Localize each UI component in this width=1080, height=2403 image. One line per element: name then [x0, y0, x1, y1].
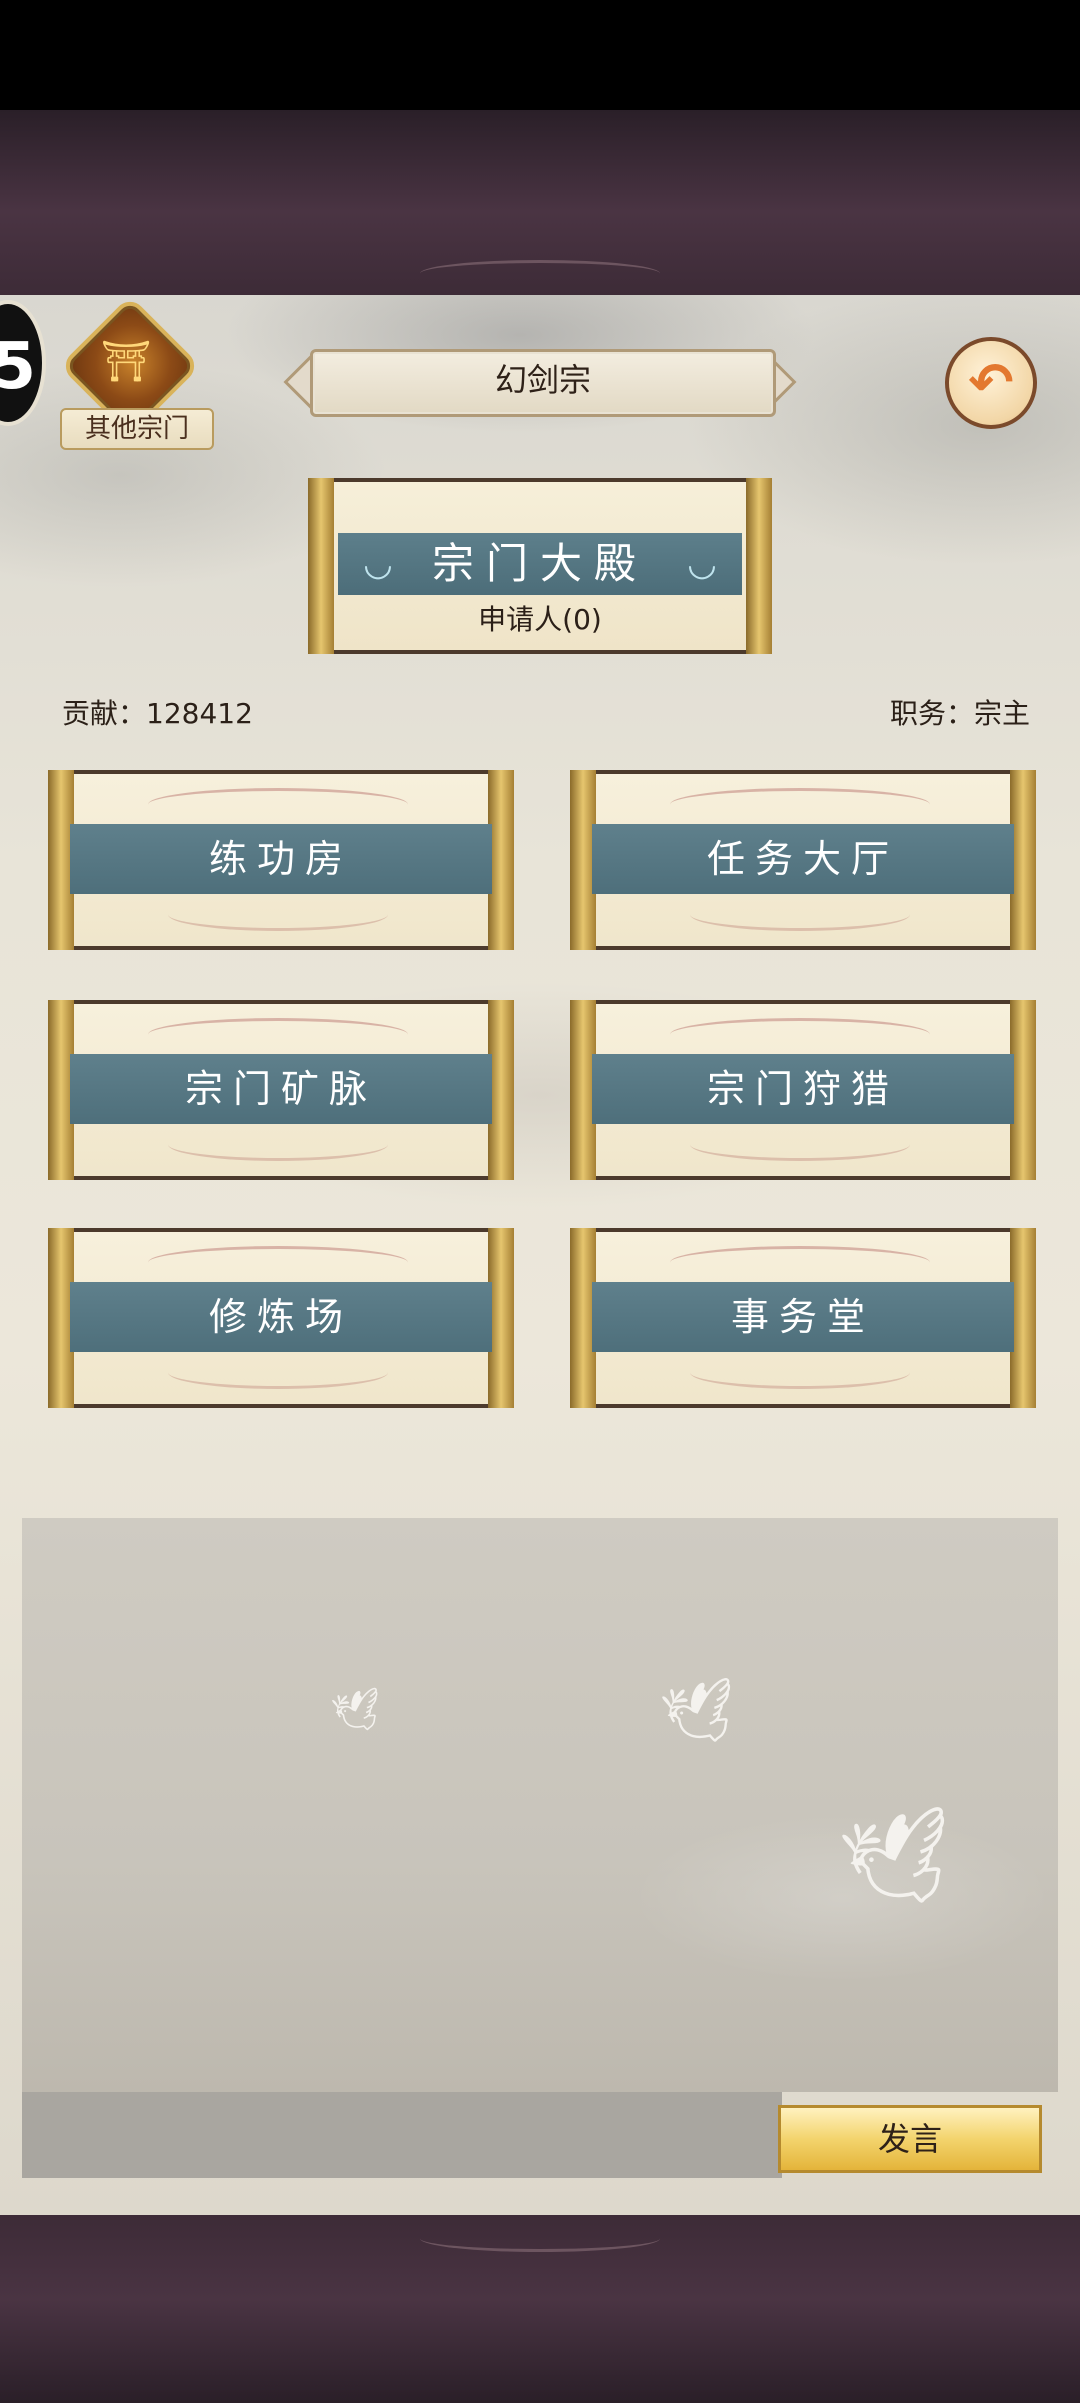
chat-message-area: 🕊 🕊 🕊: [22, 1518, 1058, 2092]
sect-hall-button[interactable]: ◡ ◡ 宗门大殿 申请人(0): [308, 478, 772, 654]
crane-illustration: 🕊: [328, 1684, 387, 1740]
applicants-count: 申请人(0): [478, 603, 602, 636]
card-cultivation-ground[interactable]: 修炼场: [48, 1228, 514, 1408]
contribution-text: 贡献：128412: [62, 697, 253, 730]
chat-input[interactable]: [22, 2092, 782, 2178]
top-decorative-band: [0, 110, 1080, 295]
temple-icon: ⛩: [100, 339, 152, 385]
card-training-room[interactable]: 练功房: [48, 770, 514, 950]
card-sect-mine[interactable]: 宗门矿脉: [48, 1000, 514, 1180]
card-label: 宗门矿脉: [184, 1067, 377, 1111]
card-sect-hunt[interactable]: 宗门狩猎: [570, 1000, 1036, 1180]
bottom-decorative-band: [0, 2215, 1080, 2403]
hall-title: 宗门大殿: [431, 539, 648, 588]
other-sect-label: 其他宗门: [60, 408, 214, 450]
sect-name: 幻剑宗: [494, 361, 591, 399]
status-bar-area: [0, 0, 1080, 110]
card-label: 宗门狩猎: [706, 1067, 899, 1111]
back-button[interactable]: ↶: [945, 337, 1037, 429]
sect-title-plaque: 幻剑宗: [275, 345, 805, 417]
card-label: 练功房: [208, 837, 353, 881]
card-label: 修炼场: [208, 1295, 353, 1339]
card-affairs-hall[interactable]: 事务堂: [570, 1228, 1036, 1408]
send-message-button[interactable]: 发言: [778, 2105, 1042, 2173]
position-text: 职务：宗主: [889, 697, 1030, 730]
card-label: 任务大厅: [706, 837, 899, 881]
crane-illustration: 🕊: [833, 1798, 965, 1923]
back-arrow-icon: ↶: [968, 351, 1014, 414]
card-task-hall[interactable]: 任务大厅: [570, 770, 1036, 950]
other-sect-button[interactable]: ⛩ 其他宗门: [59, 295, 214, 452]
card-label: 事务堂: [730, 1295, 875, 1339]
crane-illustration: 🕊: [656, 1672, 744, 1756]
